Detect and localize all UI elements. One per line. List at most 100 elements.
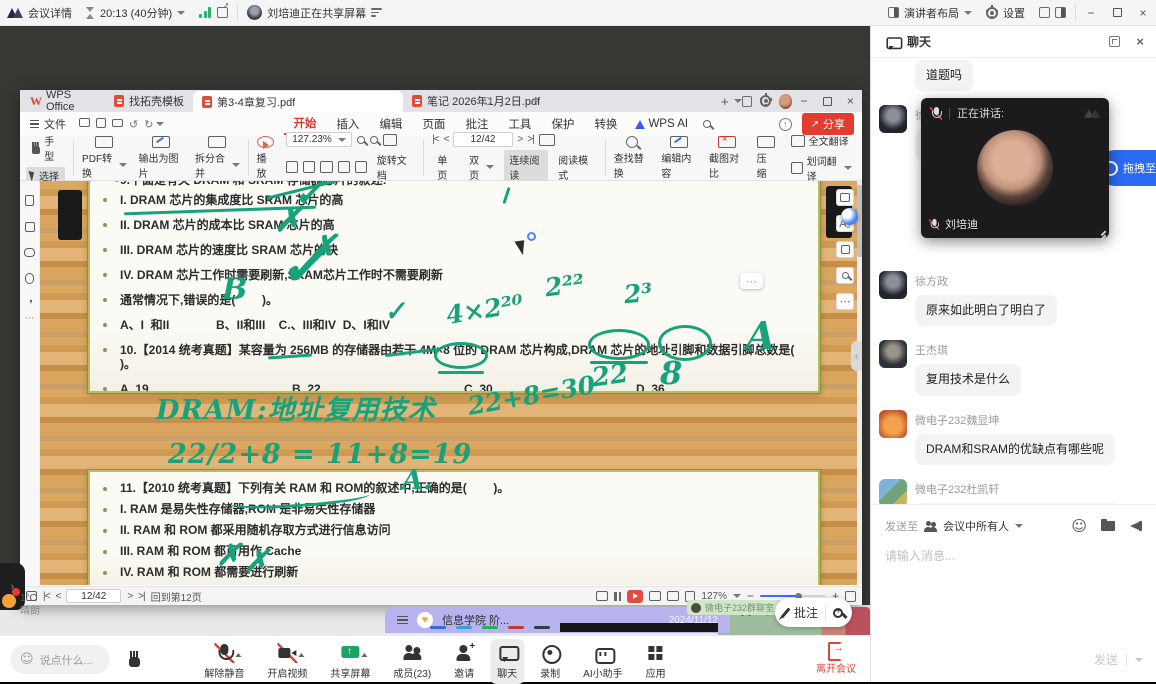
status-prev-page-icon[interactable]: <: [55, 591, 60, 602]
expand-icon[interactable]: [845, 591, 856, 602]
screenshot-compare-button[interactable]: 截图对比: [703, 136, 751, 180]
layout-switch-button[interactable]: 演讲者布局: [881, 5, 979, 21]
meeting-toolbar-button[interactable]: AI小助手: [576, 639, 629, 684]
window-maximize-button[interactable]: [1104, 1, 1130, 25]
bookmark-icon[interactable]: [25, 195, 34, 209]
more-tool-icon[interactable]: ⋯: [836, 293, 854, 310]
zoom-select[interactable]: 127.23%: [286, 132, 351, 147]
meeting-toolbar-button[interactable]: 应用: [639, 639, 673, 684]
split-merge-button[interactable]: 拆分合并: [189, 136, 246, 180]
wps-minimize-button[interactable]: −: [792, 89, 815, 113]
wps-skin-icon[interactable]: [760, 95, 771, 107]
status-first-page-icon[interactable]: |<: [43, 591, 49, 602]
autoplay-button[interactable]: [627, 590, 643, 603]
more-tools-icon[interactable]: ⋯: [25, 313, 35, 324]
actual-size-icon[interactable]: [320, 161, 332, 173]
meeting-toolbar-button[interactable]: 共享屏幕: [323, 639, 377, 684]
new-tab-button[interactable]: +: [721, 94, 729, 109]
single-page-button[interactable]: 单页: [432, 150, 459, 184]
meeting-toolbar-button[interactable]: 邀请: [447, 639, 481, 684]
chat-message-input[interactable]: [885, 549, 1135, 563]
file-menu-button[interactable]: 文件: [20, 116, 76, 132]
translate-full-button[interactable]: 全文翻译: [787, 132, 856, 149]
announcement-icon[interactable]: [1129, 520, 1143, 532]
wps-menu-tab[interactable]: 页面: [413, 114, 454, 134]
status-last-page-icon[interactable]: >|: [138, 591, 144, 602]
weather-widget[interactable]: 1°C晴朗: [2, 592, 40, 618]
play-button[interactable]: 播放: [250, 136, 280, 180]
wps-doc-tab[interactable]: 第3-4章复习.pdf: [193, 91, 403, 112]
rotate-doc-button[interactable]: 旋转文档: [372, 150, 416, 184]
meeting-toolbar-button[interactable]: 成员(23): [386, 639, 438, 684]
audience-select[interactable]: 会议中所有人: [943, 518, 1009, 534]
full-width-icon[interactable]: [667, 591, 679, 601]
next-page-icon[interactable]: >: [518, 134, 523, 145]
zoom-in-icon[interactable]: [370, 136, 378, 144]
first-page-icon[interactable]: |<: [432, 134, 438, 145]
wps-menu-tab[interactable]: 插入: [327, 114, 368, 134]
redo-icon[interactable]: ↻: [141, 118, 156, 131]
fit-view-icon[interactable]: [649, 591, 661, 601]
wps-doc-tab[interactable]: 笔记 2026年1月2日.pdf: [403, 90, 549, 112]
meeting-toolbar-button[interactable]: 录制: [533, 639, 567, 684]
chat-popout-icon[interactable]: [1109, 36, 1120, 47]
pageview-tool-icon[interactable]: [836, 189, 854, 206]
magnify-tool-icon[interactable]: [836, 267, 854, 284]
wps-restore-button[interactable]: [815, 89, 838, 113]
prev-page-icon[interactable]: <: [444, 134, 449, 145]
edit-content-button[interactable]: 编辑内容: [655, 136, 703, 180]
hand-tool-button[interactable]: 手型: [26, 132, 65, 164]
last-page-icon[interactable]: >|: [527, 134, 533, 145]
quick-chat-input[interactable]: ☺ 说点什么...: [10, 645, 110, 674]
double-page-button[interactable]: 双页: [464, 150, 499, 184]
wps-layout-icon[interactable]: [742, 96, 752, 107]
wps-menu-tab[interactable]: 保护: [542, 114, 583, 134]
status-page-indicator[interactable]: 12/42: [66, 589, 121, 603]
undo-icon[interactable]: ↺: [126, 118, 141, 131]
fullscreen-icon[interactable]: [1039, 7, 1050, 18]
doc-scrollbar-thumb[interactable]: [857, 185, 862, 257]
emoji-picker-icon[interactable]: ☺: [1071, 517, 1087, 535]
read-mode-button[interactable]: 阅读模式: [553, 150, 597, 184]
back-to-page-button[interactable]: 回到第12页: [151, 589, 202, 604]
wps-home-tab[interactable]: W WPS Office: [20, 90, 105, 112]
raise-hand-button[interactable]: [118, 645, 152, 674]
translate-word-button[interactable]: 划词翻译: [787, 152, 856, 184]
pause-icon[interactable]: [614, 592, 621, 601]
settings-button[interactable]: 设置: [979, 5, 1032, 21]
file-attach-icon[interactable]: [1101, 521, 1115, 531]
annotate-pill[interactable]: 批注: [775, 598, 852, 627]
doc-scrollbar[interactable]: [857, 181, 862, 585]
open-icon[interactable]: [76, 118, 93, 130]
meeting-toolbar-button[interactable]: 开启视频: [260, 639, 314, 684]
document-canvas[interactable]: 9.下面是有关 DRAM 和 SRAM 存储器芯片的叙述: I. DRAM 芯片…: [40, 181, 862, 585]
status-next-page-icon[interactable]: >: [127, 591, 132, 602]
sidebar-toggle-icon[interactable]: [1055, 7, 1066, 18]
send-button[interactable]: 发送: [1094, 651, 1118, 668]
cloud-upload-icon[interactable]: ↑: [779, 118, 792, 131]
window-close-button[interactable]: ×: [1130, 1, 1156, 25]
panel-collapse-handle[interactable]: ‹: [851, 341, 862, 371]
zoom-annotate-icon[interactable]: [833, 608, 843, 618]
continuous-read-button[interactable]: 连续阅读: [504, 150, 548, 184]
meeting-timer[interactable]: 20:13 (40分钟): [79, 5, 192, 21]
network-signal-icon[interactable]: [199, 7, 212, 19]
wps-close-button[interactable]: ×: [839, 89, 862, 113]
meeting-toolbar-button[interactable]: 聊天: [490, 639, 524, 684]
tab-close-icon[interactable]: ×: [531, 95, 541, 107]
fit-height-icon[interactable]: [303, 161, 315, 173]
wps-menu-tab[interactable]: 转换: [585, 114, 626, 134]
wps-doc-tab[interactable]: 找拓壳模板: [105, 90, 193, 112]
speaker-video-overlay[interactable]: 正在讲话: 刘培迪: [921, 98, 1109, 238]
wps-menu-tab[interactable]: 工具: [499, 114, 540, 134]
book-view-icon[interactable]: [539, 134, 555, 146]
chat-close-icon[interactable]: ×: [1136, 34, 1144, 49]
leave-meeting-button[interactable]: 离开会议: [816, 641, 856, 675]
pdf-convert-button[interactable]: PDF转换: [76, 136, 133, 180]
rotate-right-icon[interactable]: [355, 161, 367, 173]
meeting-detail-button[interactable]: 会议详情: [28, 5, 72, 21]
search-icon[interactable]: [703, 120, 711, 128]
window-minimize-button[interactable]: −: [1078, 1, 1104, 25]
wps-menu-tab[interactable]: 编辑: [370, 114, 411, 134]
open-external-icon[interactable]: [217, 7, 228, 18]
